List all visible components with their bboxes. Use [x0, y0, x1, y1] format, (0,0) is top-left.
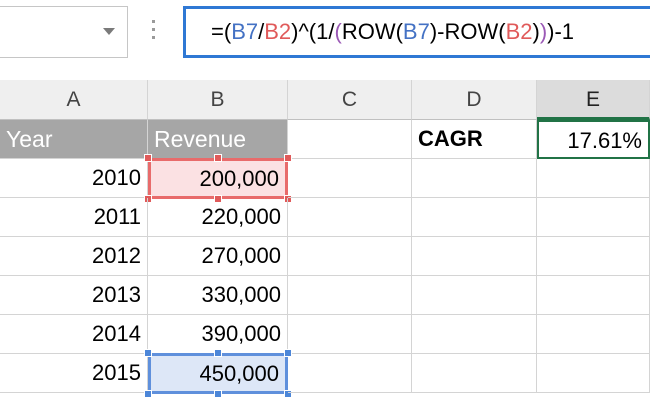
range-resize-handle[interactable] [214, 154, 222, 162]
range-resize-handle[interactable] [214, 390, 222, 398]
range-resize-handle[interactable] [144, 390, 152, 398]
formula-token: ) [532, 19, 540, 44]
cell-e1-cagr-value[interactable]: 17.61% [537, 120, 650, 159]
formula-token: B2 [505, 19, 533, 44]
cell-revenue-b2[interactable]: 200,000 [148, 158, 288, 199]
cell-d6[interactable] [412, 315, 537, 354]
cell-d5[interactable] [412, 276, 537, 315]
range-resize-handle[interactable] [144, 349, 152, 357]
cell-d4[interactable] [412, 237, 537, 276]
cell-e3[interactable] [537, 198, 650, 237]
formula-token: ROW( [341, 19, 403, 44]
column-header-b[interactable]: B [148, 80, 288, 120]
cell-c4[interactable] [288, 237, 412, 276]
column-header-d[interactable]: D [412, 80, 537, 120]
formula-token: )-ROW( [429, 19, 506, 44]
formula-input[interactable]: =(B7/B2)^(1/(ROW(B7)-ROW(B2)))-1 [183, 6, 650, 58]
cell-e2[interactable] [537, 159, 650, 198]
cell-d3[interactable] [412, 198, 537, 237]
cell-a1[interactable]: Year [0, 120, 148, 159]
cell-e4[interactable] [537, 237, 650, 276]
range-resize-handle[interactable] [214, 349, 222, 357]
cell-d2[interactable] [412, 159, 537, 198]
formula-token: ( [334, 19, 342, 44]
cell-revenue-b5[interactable]: 330,000 [148, 276, 288, 315]
cell-year-a7[interactable]: 2015 [0, 354, 148, 393]
cell-revenue-b7[interactable]: 450,000 [148, 353, 288, 394]
cell-e5[interactable] [537, 276, 650, 315]
column-header-a[interactable]: A [0, 80, 148, 120]
formula-token: B7 [231, 19, 259, 44]
formula-bar-area: =(B7/B2)^(1/(ROW(B7)-ROW(B2)))-1 [0, 0, 650, 80]
cell-d1-cagr-label[interactable]: CAGR [412, 120, 537, 159]
cell-year-a5[interactable]: 2013 [0, 276, 148, 315]
cell-c7[interactable] [288, 354, 412, 393]
cell-revenue-b3[interactable]: 220,000 [148, 198, 288, 237]
cell-year-a3[interactable]: 2011 [0, 198, 148, 237]
cell-year-a2[interactable]: 2010 [0, 159, 148, 198]
cell-e6[interactable] [537, 315, 650, 354]
cell-year-a6[interactable]: 2014 [0, 315, 148, 354]
cell-e7[interactable] [537, 354, 650, 393]
formula-token: )^(1/ [291, 19, 335, 44]
formula-token: B7 [402, 19, 430, 44]
column-header-e[interactable]: E [537, 80, 650, 120]
cell-c3[interactable] [288, 198, 412, 237]
cell-d7[interactable] [412, 354, 537, 393]
spreadsheet-grid: A B C D E Year Revenue CAGR 17.61% 2010 2… [0, 80, 650, 400]
formula-token: )-1 [547, 19, 575, 44]
cell-revenue-b4[interactable]: 270,000 [148, 237, 288, 276]
formula-token: B2 [264, 19, 292, 44]
cell-c5[interactable] [288, 276, 412, 315]
cell-year-a4[interactable]: 2012 [0, 237, 148, 276]
chevron-down-icon[interactable] [103, 28, 115, 35]
formula-token: =( [211, 19, 232, 44]
range-resize-handle[interactable] [144, 154, 152, 162]
more-options-icon[interactable] [152, 20, 156, 44]
name-box[interactable] [0, 6, 128, 58]
cell-c1[interactable] [288, 120, 412, 159]
cell-c6[interactable] [288, 315, 412, 354]
cell-c2[interactable] [288, 159, 412, 198]
column-header-c[interactable]: C [288, 80, 412, 120]
